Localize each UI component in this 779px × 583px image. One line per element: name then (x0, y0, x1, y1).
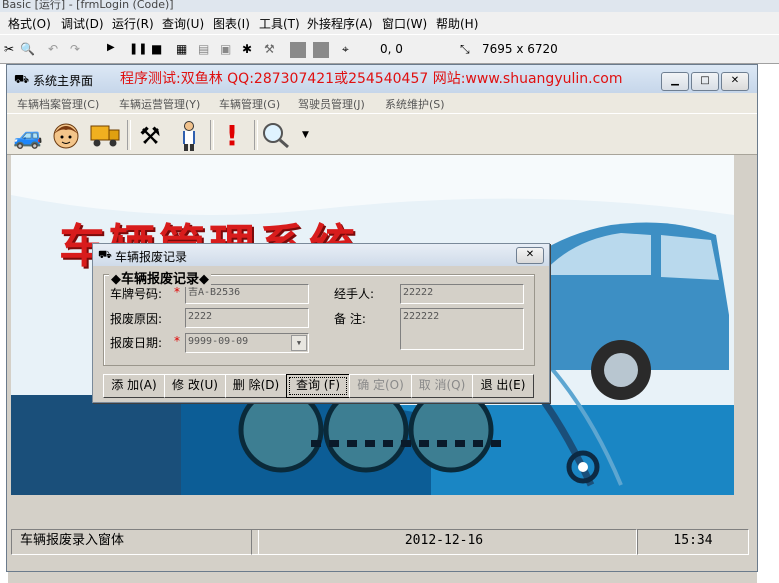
app-icon: ⛟ (14, 72, 30, 86)
redo-icon[interactable]: ↷ (70, 42, 86, 58)
ide-menu-addins[interactable]: 外接程序(A) (307, 15, 373, 32)
reason-field[interactable]: 2222 (185, 308, 309, 328)
scrap-record-dialog: ⛟ 车辆报废记录 ✕ 车牌号码: * 吉A-B2536 报废原因: 2222 报… (92, 243, 550, 403)
reason-label: 报废原因: (110, 312, 163, 326)
tools-icon[interactable]: ⚒ (134, 120, 166, 152)
start-icon[interactable]: ▶ (107, 42, 123, 58)
car-icon[interactable]: 🚙 (12, 120, 44, 152)
size-readout: 7695 x 6720 (482, 42, 558, 56)
main-form-menu-bar: 车辆档案管理(C) 车辆运营管理(Y) 车辆管理(G) 驾驶员管理(J) 系统维… (7, 93, 757, 113)
size-icon: ⤡ (460, 42, 470, 56)
toolbox-icon[interactable]: ⚒ (264, 42, 280, 58)
form-layout-icon[interactable]: ▣ (220, 42, 236, 58)
close-button[interactable]: ✕ (721, 72, 749, 91)
position-readout: 0, 0 (380, 42, 403, 56)
delete-button[interactable]: 删 除(D) (225, 374, 287, 398)
ide-menu-debug[interactable]: 调试(D) (61, 15, 104, 32)
user-icon[interactable] (173, 120, 205, 152)
driver-face-icon[interactable] (50, 120, 82, 152)
component-manager-icon[interactable] (313, 42, 329, 58)
toolbar-separator (254, 120, 258, 150)
toolbar-separator (210, 120, 214, 150)
ide-title-text: Basic [运行] - [frmLogin (Code)] (2, 0, 174, 11)
date-value: 9999-09-09 (188, 336, 249, 347)
chevron-down-icon[interactable]: ▼ (291, 335, 307, 351)
main-form-banner: 程序测试:双鱼林 QQ:287307421或254540457 网站:www.s… (120, 71, 623, 87)
status-date: 2012-12-16 (251, 529, 637, 555)
ide-menu-query[interactable]: 查询(U) (162, 15, 204, 32)
dialog-title: 车辆报废记录 (115, 250, 188, 264)
dialog-app-icon: ⛟ (98, 248, 112, 261)
date-picker[interactable]: 9999-09-09 ▼ (185, 333, 309, 353)
add-button[interactable]: 添 加(A) (103, 374, 165, 398)
main-form-title-bar[interactable]: ⛟ 系统主界面 程序测试:双鱼林 QQ:287307421或254540457 … (7, 65, 757, 93)
find-icon[interactable]: 🔍 (20, 42, 36, 58)
ide-menu-help[interactable]: 帮助(H) (436, 15, 478, 32)
project-explorer-icon[interactable]: ▦ (176, 42, 192, 58)
dropdown-arrow-icon[interactable]: ▼ (302, 130, 309, 140)
exit-button[interactable]: 退 出(E) (472, 374, 534, 398)
main-form-title: 系统主界面 (33, 74, 94, 88)
alert-icon[interactable]: ! (216, 120, 248, 152)
menu-vehicle-management[interactable]: 车辆管理(G) (219, 96, 280, 112)
minimize-icon: ▁ (671, 75, 679, 86)
maximize-button[interactable]: □ (691, 72, 719, 91)
maximize-icon: □ (700, 75, 710, 86)
remark-label: 备 注: (334, 312, 366, 326)
remark-field[interactable]: 222222 (400, 308, 524, 350)
menu-vehicle-archive[interactable]: 车辆档案管理(C) (17, 96, 99, 112)
group-label: ◆车辆报废记录◆ (109, 268, 211, 287)
dialog-close-button[interactable]: ✕ (516, 247, 544, 264)
dialog-title-bar[interactable]: ⛟ 车辆报废记录 ✕ (93, 244, 549, 266)
plate-field[interactable]: 吉A-B2536 (185, 284, 309, 304)
stop-icon[interactable]: ■ (151, 42, 167, 58)
ide-toolbar: ✂ 🔍 ↶ ↷ ▶ ❚❚ ■ ▦ ▤ ▣ ✱ ⚒ ⌖ 0, 0 ⤡ 7695 x… (0, 34, 779, 64)
cut-icon[interactable]: ✂ (4, 42, 20, 58)
ide-menu-window[interactable]: 窗口(W) (382, 15, 427, 32)
toolbar-separator (127, 120, 131, 150)
minimize-button[interactable]: ▁ (661, 72, 689, 91)
ide-right-pane (757, 64, 779, 583)
properties-icon[interactable]: ▤ (198, 42, 214, 58)
close-icon: ✕ (730, 75, 740, 86)
cancel-button[interactable]: 取 消(Q) (411, 374, 473, 398)
status-bar: 车辆报废录入窗体 2012-12-16 15:34 (7, 525, 757, 555)
query-button[interactable]: 查询 (F) (286, 374, 350, 398)
search-icon[interactable] (260, 120, 292, 152)
ide-title-bar: Basic [运行] - [frmLogin (Code)] (0, 0, 779, 12)
object-browser-icon[interactable]: ✱ (242, 42, 258, 58)
ide-menu-format[interactable]: 格式(O) (8, 15, 51, 32)
main-form-toolbar: 🚙 ⚒ ! ▼ (7, 113, 757, 155)
plate-required-mark: * (174, 285, 180, 299)
undo-icon[interactable]: ↶ (48, 42, 64, 58)
position-icon: ⌖ (342, 42, 349, 56)
ide-menu-bar: 格式(O) 调试(D) 运行(R) 查询(U) 图表(I) 工具(T) 外接程序… (0, 12, 779, 34)
ide-menu-run[interactable]: 运行(R) (112, 15, 154, 32)
confirm-button[interactable]: 确 定(O) (349, 374, 412, 398)
status-time: 15:34 (637, 529, 749, 555)
plate-label: 车牌号码: (110, 287, 163, 301)
data-view-icon[interactable] (290, 42, 306, 58)
status-message: 车辆报废录入窗体 (11, 529, 259, 555)
close-icon: ✕ (525, 249, 535, 260)
pause-icon[interactable]: ❚❚ (129, 42, 147, 58)
scrap-record-group: 车牌号码: * 吉A-B2536 报废原因: 2222 报废日期: * 9999… (103, 274, 535, 366)
menu-driver-management[interactable]: 驾驶员管理(J) (298, 96, 365, 112)
ide-menu-diagram[interactable]: 图表(I) (213, 15, 250, 32)
truck-icon[interactable] (89, 120, 121, 152)
menu-vehicle-operation[interactable]: 车辆运营管理(Y) (119, 96, 200, 112)
menu-system-maintenance[interactable]: 系统维护(S) (385, 96, 445, 112)
modify-button[interactable]: 修 改(U) (164, 374, 226, 398)
date-label: 报废日期: (110, 336, 163, 350)
ide-menu-tools[interactable]: 工具(T) (259, 15, 300, 32)
date-required-mark: * (174, 334, 180, 348)
dialog-button-row: 添 加(A) 修 改(U) 删 除(D) 查询 (F) 确 定(O) 取 消(Q… (103, 374, 535, 398)
handler-field[interactable]: 22222 (400, 284, 524, 304)
handler-label: 经手人: (334, 287, 375, 301)
